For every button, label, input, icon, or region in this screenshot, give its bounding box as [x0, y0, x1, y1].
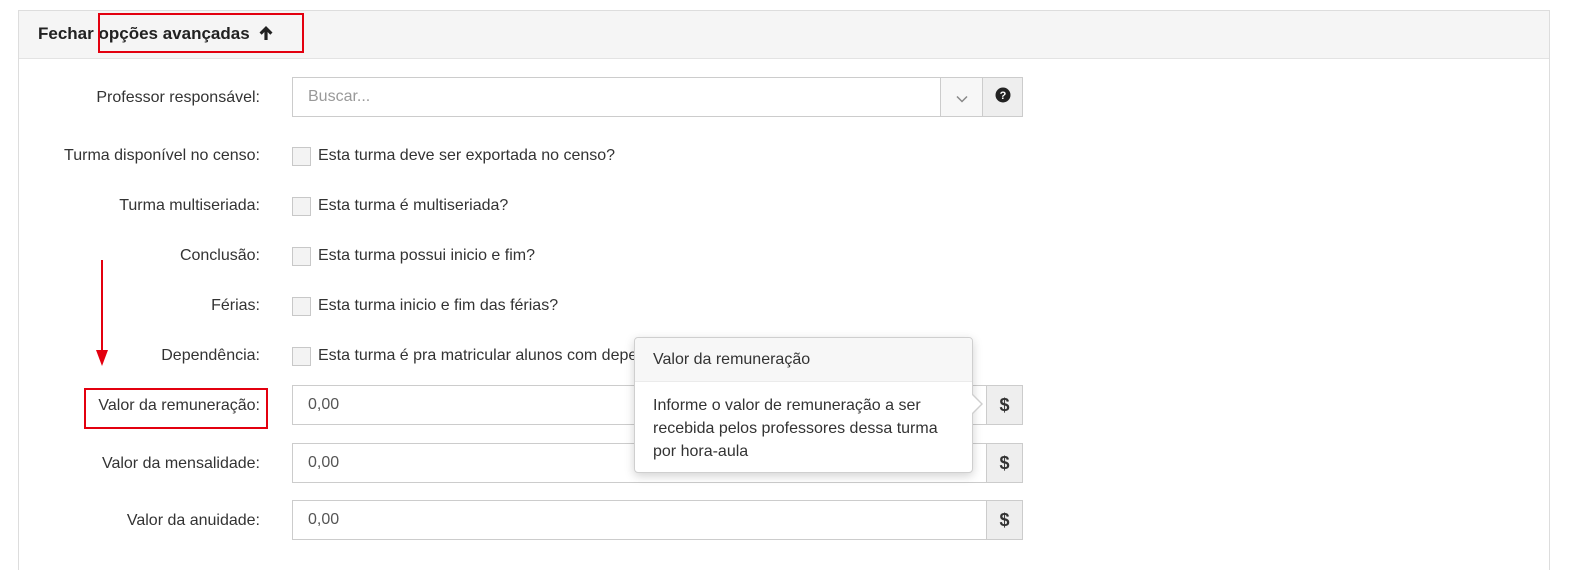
- ferias-checkbox-label: Esta turma inicio e fim das férias?: [318, 297, 559, 314]
- multiseriada-label: Turma multiseriada:: [119, 197, 260, 214]
- remuneracao-highlight-box: [84, 388, 268, 429]
- professor-help-button[interactable]: ?: [982, 77, 1023, 117]
- remuneracao-currency-addon: $: [986, 385, 1023, 425]
- conclusao-label: Conclusão:: [179, 247, 260, 264]
- mensalidade-currency-addon: $: [986, 443, 1023, 483]
- mensalidade-value: 0,00: [308, 454, 340, 471]
- anuidade-currency-addon: $: [986, 500, 1023, 540]
- title-highlight-box: [98, 13, 304, 53]
- popover-body: Informe o valor de remuneração a ser rec…: [653, 397, 938, 460]
- multiseriada-checkbox-label: Esta turma é multiseriada?: [318, 197, 509, 214]
- censo-checkbox[interactable]: [292, 147, 311, 166]
- anuidade-label: Valor da anuidade:: [126, 512, 260, 529]
- down-arrow-annotation-icon: [96, 260, 108, 366]
- popover-title: Valor da remuneração: [635, 338, 972, 382]
- conclusao-checkbox-label: Esta turma possui inicio e fim?: [318, 247, 535, 264]
- dependencia-checkbox-label: Esta turma é pra matricular alunos com d…: [318, 347, 638, 364]
- multiseriada-checkbox[interactable]: [292, 197, 311, 216]
- popover-arrow: [971, 393, 983, 415]
- ferias-checkbox[interactable]: [292, 297, 311, 316]
- censo-checkbox-label: Esta turma deve ser exportada no censo?: [318, 147, 616, 164]
- remuneracao-help-popover: Valor da remuneração Informe o valor de …: [634, 337, 983, 473]
- mensalidade-label: Valor da mensalidade:: [101, 455, 260, 472]
- professor-dropdown-button[interactable]: [940, 77, 983, 117]
- dollar-icon: $: [999, 509, 1010, 530]
- anuidade-value: 0,00: [308, 511, 340, 528]
- dollar-icon: $: [999, 452, 1010, 473]
- chevron-down-icon: [955, 87, 968, 108]
- conclusao-checkbox[interactable]: [292, 247, 311, 266]
- dependencia-label: Dependência:: [161, 347, 260, 364]
- question-circle-icon: ?: [995, 87, 1011, 108]
- svg-text:?: ?: [999, 90, 1006, 102]
- remuneracao-value: 0,00: [308, 396, 340, 413]
- dollar-icon: $: [999, 394, 1010, 415]
- professor-label: Professor responsável:: [96, 89, 260, 106]
- professor-search-input[interactable]: Buscar...: [292, 77, 941, 117]
- professor-placeholder: Buscar...: [308, 88, 371, 105]
- censo-label: Turma disponível no censo:: [64, 147, 260, 164]
- title-prefix: Fechar: [38, 24, 94, 43]
- ferias-label: Férias:: [211, 297, 260, 314]
- anuidade-input[interactable]: 0,00: [292, 500, 987, 540]
- dependencia-checkbox[interactable]: [292, 347, 311, 366]
